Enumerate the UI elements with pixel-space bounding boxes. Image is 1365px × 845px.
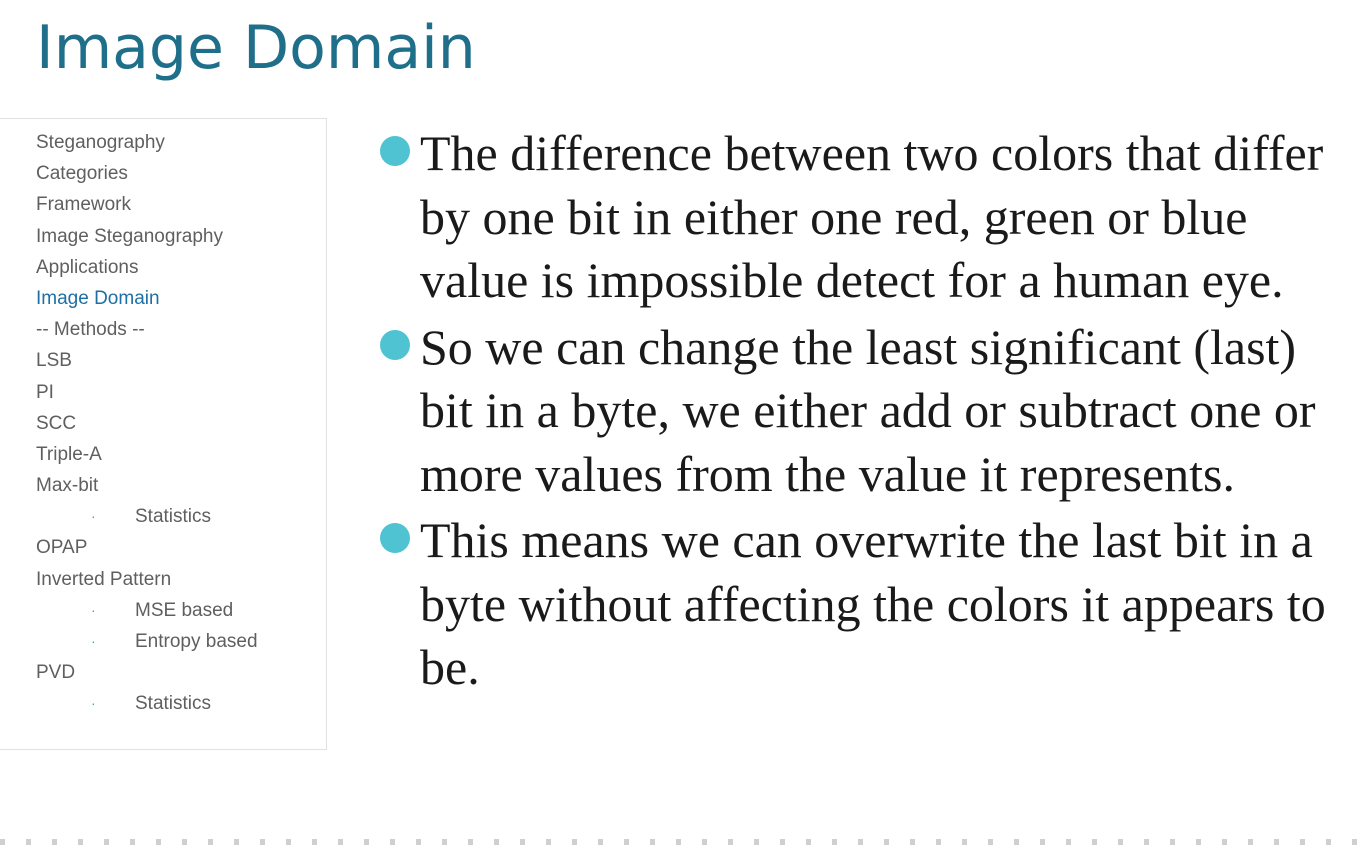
sub-bullet-icon: · [91, 508, 96, 525]
outline-item-label: Triple-A [36, 443, 102, 465]
outline-item-max-bit[interactable]: Max-bit [36, 470, 258, 501]
outline-item-label: Max-bit [36, 475, 99, 497]
outline-item-label: PI [36, 381, 54, 403]
outline-item-label: Framework [36, 194, 132, 216]
slide-content: The difference between two colors that d… [380, 122, 1340, 703]
outline-item-label: Categories [36, 163, 128, 185]
outline-item-label: Applications [36, 256, 139, 278]
outline-item-label: MSE based [135, 599, 234, 621]
bullet-text: This means we can overwrite the last bit… [420, 512, 1326, 695]
outline-item-label: OPAP [36, 537, 88, 559]
outline-list: Steganography Categories Framework Image… [36, 127, 258, 720]
outline-subitem-entropy-based[interactable]: · Entropy based [36, 626, 258, 657]
outline-item-steganography[interactable]: Steganography [36, 127, 258, 158]
outline-item-label: LSB [36, 350, 72, 372]
outline-item-inverted-pattern[interactable]: Inverted Pattern [36, 564, 258, 595]
outline-item-label: PVD [36, 662, 76, 684]
outline-item-label: Image Steganography [36, 225, 223, 247]
sub-bullet-icon: · [91, 695, 96, 712]
outline-item-label: Inverted Pattern [36, 568, 172, 590]
outline-item-scc[interactable]: SCC [36, 408, 258, 439]
slide-title: Image Domain [36, 13, 476, 83]
outline-item-pi[interactable]: PI [36, 377, 258, 408]
outline-item-methods-heading: -- Methods -- [36, 314, 258, 345]
outline-panel: Steganography Categories Framework Image… [0, 118, 327, 750]
circle-bullet-icon [380, 329, 410, 360]
circle-bullet-icon [380, 523, 410, 553]
outline-item-label: Image Domain [36, 287, 160, 309]
sub-bullet-icon: · [91, 633, 96, 649]
outline-item-framework[interactable]: Framework [36, 189, 258, 220]
bullet-point: The difference between two colors that d… [380, 122, 1340, 313]
outline-item-lsb[interactable]: LSB [36, 345, 258, 376]
outline-item-label: Steganography [36, 132, 165, 153]
circle-bullet-icon [380, 136, 410, 166]
outline-item-pvd[interactable]: PVD [36, 657, 258, 688]
outline-item-image-steganography[interactable]: Image Steganography [36, 221, 258, 252]
bullet-point: This means we can overwrite the last bit… [380, 509, 1340, 700]
outline-item-triple-a[interactable]: Triple-A [36, 439, 258, 470]
bullet-text: The difference between two colors that d… [420, 125, 1324, 308]
outline-subitem-statistics[interactable]: · Statistics [36, 688, 258, 719]
sub-bullet-icon: · [91, 601, 96, 618]
outline-item-opap[interactable]: OPAP [36, 532, 258, 563]
bottom-edge-strip [0, 839, 1365, 845]
outline-subitem-statistics[interactable]: · Statistics [36, 501, 258, 532]
outline-item-image-domain-active[interactable]: Image Domain [36, 283, 258, 314]
outline-subitem-mse-based[interactable]: · MSE based [36, 595, 258, 626]
outline-item-categories[interactable]: Categories [36, 158, 258, 189]
outline-item-applications[interactable]: Applications [36, 252, 258, 283]
outline-item-label: Entropy based [135, 631, 258, 652]
outline-item-label: SCC [36, 412, 77, 434]
bullet-text: So we can change the least significant (… [420, 318, 1316, 502]
bullet-point: So we can change the least significant (… [380, 316, 1340, 507]
outline-item-label: Statistics [135, 693, 212, 715]
outline-item-label: Statistics [135, 506, 212, 528]
outline-item-label: -- Methods -- [36, 319, 145, 341]
